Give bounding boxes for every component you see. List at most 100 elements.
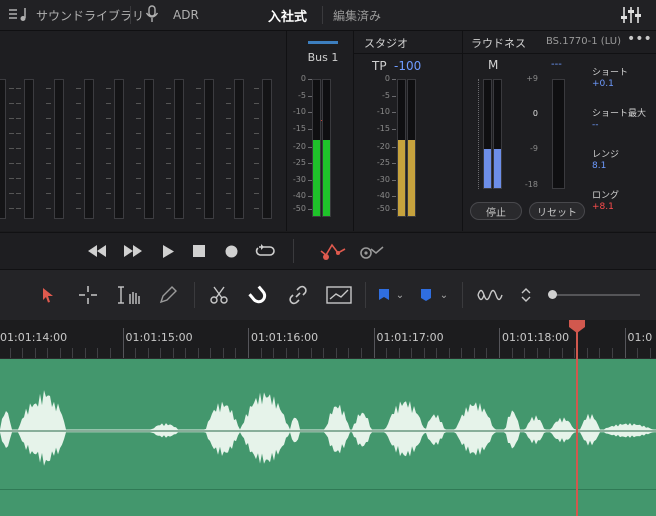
meter-scale-label: -20 — [376, 141, 390, 151]
fader-tick — [9, 118, 14, 119]
ruler-minor-tick — [611, 348, 613, 358]
marker-icon — [421, 289, 431, 301]
meter-scale-label: -50 — [376, 203, 390, 213]
waveform-zoom-button[interactable] — [476, 283, 504, 307]
fader-strip[interactable] — [46, 79, 64, 219]
fader-tick — [106, 88, 111, 89]
fader-tick — [16, 163, 21, 164]
fader-strip[interactable] — [0, 79, 14, 219]
ruler-minor-tick — [511, 348, 513, 358]
loudness-standard[interactable]: BS.1770-1 (LU) — [546, 36, 621, 47]
ruler-minor-tick — [348, 348, 350, 358]
track-divider — [0, 489, 656, 490]
trim-tool-button[interactable] — [116, 283, 146, 307]
meter-scale-tick — [392, 163, 396, 165]
fader-tick — [76, 163, 81, 164]
meter-dots — [478, 79, 480, 189]
studio-meter-left — [397, 79, 406, 217]
fader-strip[interactable] — [166, 79, 184, 219]
rewind-button[interactable] — [87, 241, 107, 261]
fader-strip[interactable] — [16, 79, 34, 219]
timeline-tab-active[interactable]: 入社式 — [268, 0, 307, 30]
fader-tick — [136, 88, 141, 89]
loudness-dashes: --- — [551, 59, 562, 70]
loudness-scale-label: -18 — [524, 179, 538, 189]
ruler-minor-tick — [72, 348, 74, 358]
fader-tick — [166, 118, 171, 119]
timeline-ruler[interactable]: 01:01:14:00 01:01:15:00 01:01:16:00 01:01:1… — [0, 320, 656, 359]
fader-tick — [106, 118, 111, 119]
link-button[interactable] — [286, 283, 310, 307]
play-button[interactable] — [158, 241, 178, 261]
sound-library-tab[interactable]: サウンドライブラリ — [8, 0, 144, 30]
fader-tick — [226, 133, 231, 134]
fader-tick — [166, 103, 171, 104]
pencil-tool-button[interactable] — [156, 283, 180, 307]
reset-button[interactable]: リセット — [529, 202, 585, 220]
fader-strip[interactable] — [106, 79, 124, 219]
ruler-minor-tick — [235, 348, 237, 358]
fader-tick — [76, 103, 81, 104]
meter-scale-tick — [392, 95, 396, 97]
fader-tick — [226, 148, 231, 149]
ruler-minor-tick — [273, 348, 275, 358]
ruler-minor-tick — [411, 348, 413, 358]
fader-tick — [9, 163, 14, 164]
fader-strip[interactable] — [226, 79, 244, 219]
meter-scale-label: -40 — [376, 191, 390, 201]
playhead-handle[interactable] — [569, 320, 585, 333]
more-options-icon[interactable]: ••• — [627, 31, 652, 47]
record-button[interactable] — [221, 241, 241, 261]
fader-strip[interactable] — [76, 79, 94, 219]
clip-attributes-button[interactable] — [326, 283, 354, 307]
automation-button[interactable] — [320, 241, 346, 261]
stop-transport-button[interactable] — [189, 241, 209, 261]
meter-scale-label: -10 — [292, 107, 306, 117]
automation-settings-button[interactable] — [358, 241, 384, 261]
ruler-minor-tick — [47, 348, 49, 358]
razor-tool-button[interactable] — [207, 283, 231, 307]
fader-strip[interactable] — [254, 79, 272, 219]
marker-button[interactable] — [414, 283, 438, 307]
playhead-line[interactable] — [576, 330, 578, 516]
ruler-minor-tick — [109, 348, 111, 358]
audio-track[interactable] — [0, 359, 656, 516]
selection-tool-button[interactable] — [36, 283, 60, 307]
fader-tick — [16, 118, 21, 119]
meter-fill — [408, 139, 415, 216]
flag-dropdown[interactable]: ⌄ — [393, 283, 407, 307]
zoom-slider-track[interactable] — [552, 294, 640, 296]
fader-tick — [46, 193, 51, 194]
fader-tick — [166, 148, 171, 149]
mixer-toggle-icon[interactable] — [620, 0, 642, 30]
meter-scale-label: -15 — [376, 123, 390, 133]
adr-tab[interactable]: ADR — [145, 0, 199, 30]
timecode-label: 01:01:17:00 — [376, 331, 444, 344]
loop-button[interactable] — [255, 241, 275, 261]
fader-strip[interactable] — [136, 79, 154, 219]
snapping-button[interactable] — [246, 283, 270, 307]
stop-button[interactable]: 停止 — [470, 202, 522, 220]
ruler-minor-tick — [386, 348, 388, 358]
long-label: ロング — [592, 191, 620, 201]
meter-fill — [484, 149, 491, 188]
loop-icon — [255, 244, 275, 256]
ruler-minor-tick — [310, 348, 312, 358]
timeline-tab-edited[interactable]: 編集済み — [333, 0, 381, 30]
zoom-slider-handle[interactable] — [548, 290, 557, 299]
fader-tick — [9, 148, 14, 149]
up-down-chevron-icon — [521, 288, 531, 302]
fader-strip[interactable] — [196, 79, 214, 219]
range-tool-button[interactable] — [76, 283, 100, 307]
zoom-height-button[interactable] — [516, 283, 536, 307]
divider — [462, 31, 463, 231]
fader-tick — [136, 208, 141, 209]
meter-scale-tick — [392, 196, 396, 198]
fast-forward-button[interactable] — [123, 241, 143, 261]
marker-dropdown[interactable]: ⌄ — [437, 283, 451, 307]
range-value: 8.1 — [592, 161, 607, 171]
fader-tick — [254, 193, 259, 194]
meter-scale-label: -30 — [292, 174, 306, 184]
fader-tick — [254, 148, 259, 149]
tp-value: -100 — [394, 59, 422, 73]
